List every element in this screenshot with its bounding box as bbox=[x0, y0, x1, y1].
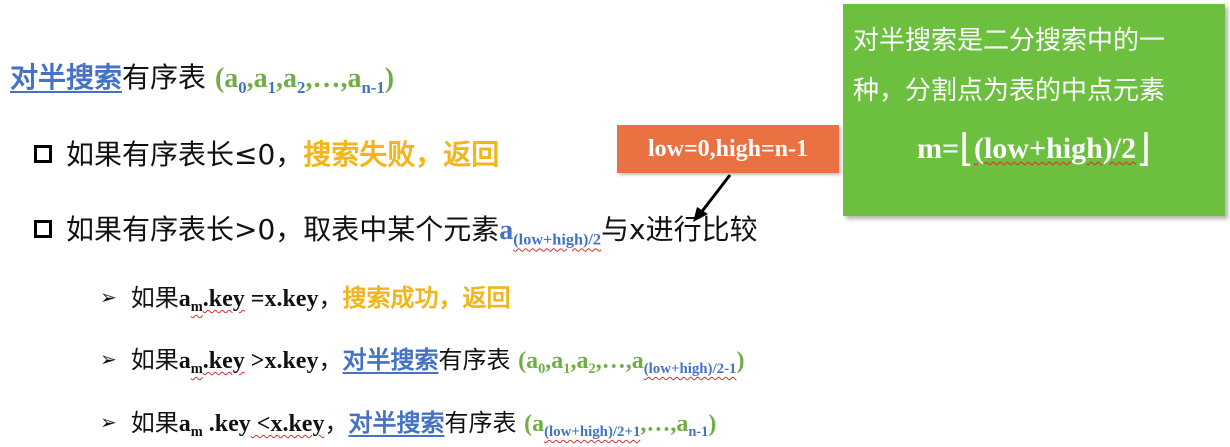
midpoint-note: 对半搜索是二分搜索中的一 种，分割点为表的中点元素 m=⌊(low+high)/… bbox=[843, 4, 1225, 216]
note-line-1: 对半搜索是二分搜索中的一 bbox=[853, 26, 1166, 56]
note-line-2: 种，分割点为表的中点元素 bbox=[853, 76, 1166, 106]
midpoint-formula: m=⌊(low+high)/2⌋ bbox=[917, 128, 1151, 170]
